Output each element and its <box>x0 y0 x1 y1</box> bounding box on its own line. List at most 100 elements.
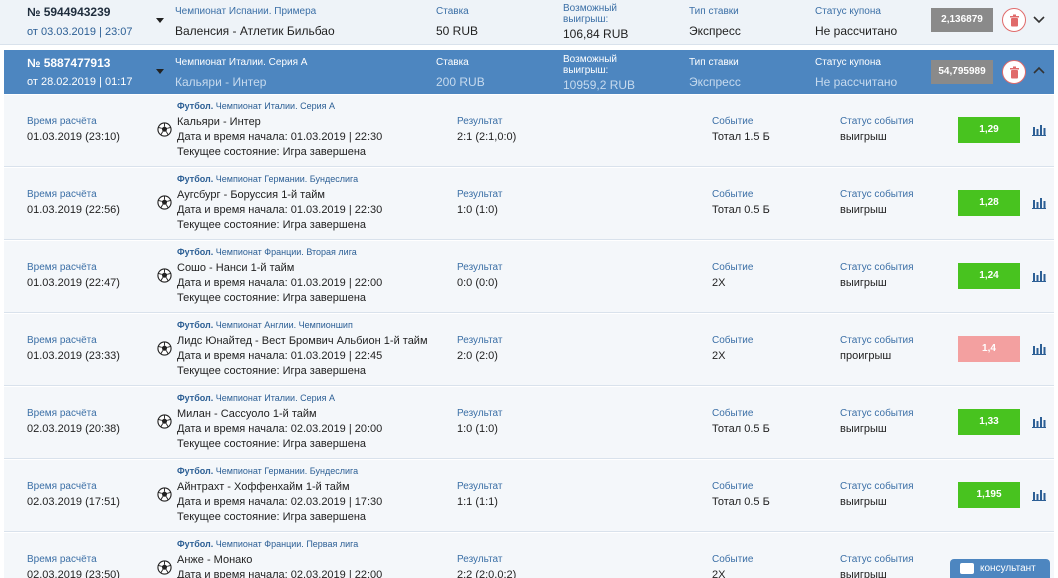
chevron-up-icon[interactable] <box>1033 66 1045 74</box>
event-status-label: Статус события <box>840 481 914 492</box>
odd-value: 1,33 <box>958 409 1020 435</box>
soccer-ball-icon <box>157 341 172 356</box>
consultant-button[interactable]: консультант <box>950 559 1050 578</box>
calc-time-label: Время расчёта <box>27 481 97 492</box>
match-start: Дата и время начала: 01.03.2019 | 22:45 <box>177 350 383 362</box>
league-name: Футбол. Чемпионат Франции. Вторая лига <box>177 247 357 257</box>
bet-type-label: Тип ставки <box>689 57 739 68</box>
match-name[interactable]: Анже - Монако <box>177 553 252 568</box>
payout-label: Возможный выигрыш: <box>563 3 618 25</box>
event-status-label: Статус события <box>840 189 914 200</box>
event-status-value: выигрыш <box>840 569 887 578</box>
stats-icon[interactable] <box>1032 196 1046 209</box>
match-name[interactable]: Лидс Юнайтед - Вест Бромвич Альбион 1-й … <box>177 334 428 349</box>
selection-row: Время расчёта 02.03.2019 (20:38) Футбол. Ч… <box>4 387 1054 459</box>
coupon-championship: Чемпионат Испании. Примера <box>175 6 317 17</box>
event-label: Событие <box>712 554 754 565</box>
match-name[interactable]: Милан - Сассуоло 1-й тайм <box>177 407 317 422</box>
stake-value: 200 RUB <box>436 75 485 89</box>
coupon-date: от 03.03.2019 | 23:07 <box>27 26 133 38</box>
match-name[interactable]: Аугсбург - Боруссия 1-й тайм <box>177 188 325 203</box>
coupon-header-1[interactable]: № 5944943239 от 03.03.2019 | 23:07 Чемпи… <box>0 0 1058 45</box>
calc-time-value: 01.03.2019 (23:33) <box>27 350 120 362</box>
event-label: Событие <box>712 116 754 127</box>
event-label: Событие <box>712 189 754 200</box>
match-state: Текущее состояние: Игра завершена <box>177 511 367 523</box>
stats-icon[interactable] <box>1032 342 1046 355</box>
coupon-number: № 5944943239 <box>27 5 111 19</box>
soccer-ball-icon <box>157 487 172 502</box>
result-label: Результат <box>457 116 503 127</box>
stats-icon[interactable] <box>1032 123 1046 136</box>
odd-value: 1,29 <box>958 117 1020 143</box>
result-label: Результат <box>457 554 503 565</box>
soccer-ball-icon <box>157 122 172 137</box>
match-name[interactable]: Айнтрахт - Хоффенхайм 1-й тайм <box>177 480 350 495</box>
calc-time-label: Время расчёта <box>27 335 97 346</box>
calc-time-value: 02.03.2019 (20:38) <box>27 423 120 435</box>
payout-value: 106,84 RUB <box>563 27 629 41</box>
match-state: Текущее состояние: Игра завершена <box>177 146 367 158</box>
calc-time-value: 01.03.2019 (22:47) <box>27 277 120 289</box>
consultant-label: консультант <box>980 563 1036 574</box>
event-status-value: проигрыш <box>840 350 892 362</box>
chevron-down-icon[interactable] <box>1033 16 1045 24</box>
event-status-value: выигрыш <box>840 496 887 508</box>
stats-icon[interactable] <box>1032 269 1046 282</box>
match-state: Текущее состояние: Игра завершена <box>177 292 367 304</box>
match-name[interactable]: Сошо - Нанси 1-й тайм <box>177 261 294 276</box>
result-value: 2:0 (2:0) <box>457 350 498 362</box>
event-status-value: выигрыш <box>840 277 887 289</box>
result-label: Результат <box>457 262 503 273</box>
event-label: Событие <box>712 262 754 273</box>
result-value: 2:2 (2:0,0:2) <box>457 569 517 578</box>
delete-coupon-button[interactable] <box>1002 60 1026 84</box>
event-value: Тотал 1.5 Б <box>712 131 770 143</box>
result-value: 0:0 (0:0) <box>457 277 498 289</box>
calc-time-label: Время расчёта <box>27 262 97 273</box>
result-value: 1:1 (1:1) <box>457 496 498 508</box>
result-value: 1:0 (1:0) <box>457 204 498 216</box>
coupon-championship: Чемпионат Италии. Серия А <box>175 57 308 68</box>
coupon-number: № 5887477913 <box>27 56 111 70</box>
event-label: Событие <box>712 408 754 419</box>
calc-time-value: 02.03.2019 (23:50) <box>27 569 120 578</box>
match-start: Дата и время начала: 02.03.2019 | 22:00 <box>177 569 383 578</box>
coupon-match: Валенсия - Атлетик Бильбао <box>175 24 335 38</box>
stats-icon[interactable] <box>1032 488 1046 501</box>
bet-type-value: Экспресс <box>689 24 741 38</box>
soccer-ball-icon <box>157 560 172 575</box>
caret-down-icon[interactable] <box>156 18 164 23</box>
result-label: Результат <box>457 408 503 419</box>
delete-coupon-button[interactable] <box>1002 8 1026 32</box>
league-name: Футбол. Чемпионат Германии. Бундеслига <box>177 466 359 476</box>
event-status-label: Статус события <box>840 262 914 273</box>
event-value: 2X <box>712 350 726 362</box>
league-name: Футбол. Чемпионат Германии. Бундеслига <box>177 174 359 184</box>
match-start: Дата и время начала: 01.03.2019 | 22:30 <box>177 131 383 143</box>
stats-icon[interactable] <box>1032 415 1046 428</box>
league-name: Футбол. Чемпионат Италии. Серия А <box>177 393 335 403</box>
event-label: Событие <box>712 481 754 492</box>
match-state: Текущее состояние: Игра завершена <box>177 219 367 231</box>
calc-time-label: Время расчёта <box>27 554 97 565</box>
payout-value: 10959,2 RUB <box>563 78 636 92</box>
odd-value: 1,24 <box>958 263 1020 289</box>
match-start: Дата и время начала: 02.03.2019 | 17:30 <box>177 496 383 508</box>
event-value: Тотал 0.5 Б <box>712 496 770 508</box>
stake-label: Ставка <box>436 6 469 17</box>
event-value: 2X <box>712 277 726 289</box>
event-status-value: выигрыш <box>840 423 887 435</box>
stake-value: 50 RUB <box>436 24 479 38</box>
result-value: 1:0 (1:0) <box>457 423 498 435</box>
result-value: 2:1 (2:1,0:0) <box>457 131 517 143</box>
coupon-status-value: Не рассчитано <box>815 24 898 38</box>
event-status-label: Статус события <box>840 408 914 419</box>
result-label: Результат <box>457 189 503 200</box>
coupon-header-2[interactable]: № 5887477913 от 28.02.2019 | 01:17 Чемпи… <box>4 50 1054 94</box>
coupon-match: Кальяри - Интер <box>175 75 267 89</box>
event-value: Тотал 0.5 Б <box>712 204 770 216</box>
match-name[interactable]: Кальяри - Интер <box>177 115 261 130</box>
calc-time-value: 01.03.2019 (23:10) <box>27 131 120 143</box>
caret-down-icon[interactable] <box>156 69 164 74</box>
